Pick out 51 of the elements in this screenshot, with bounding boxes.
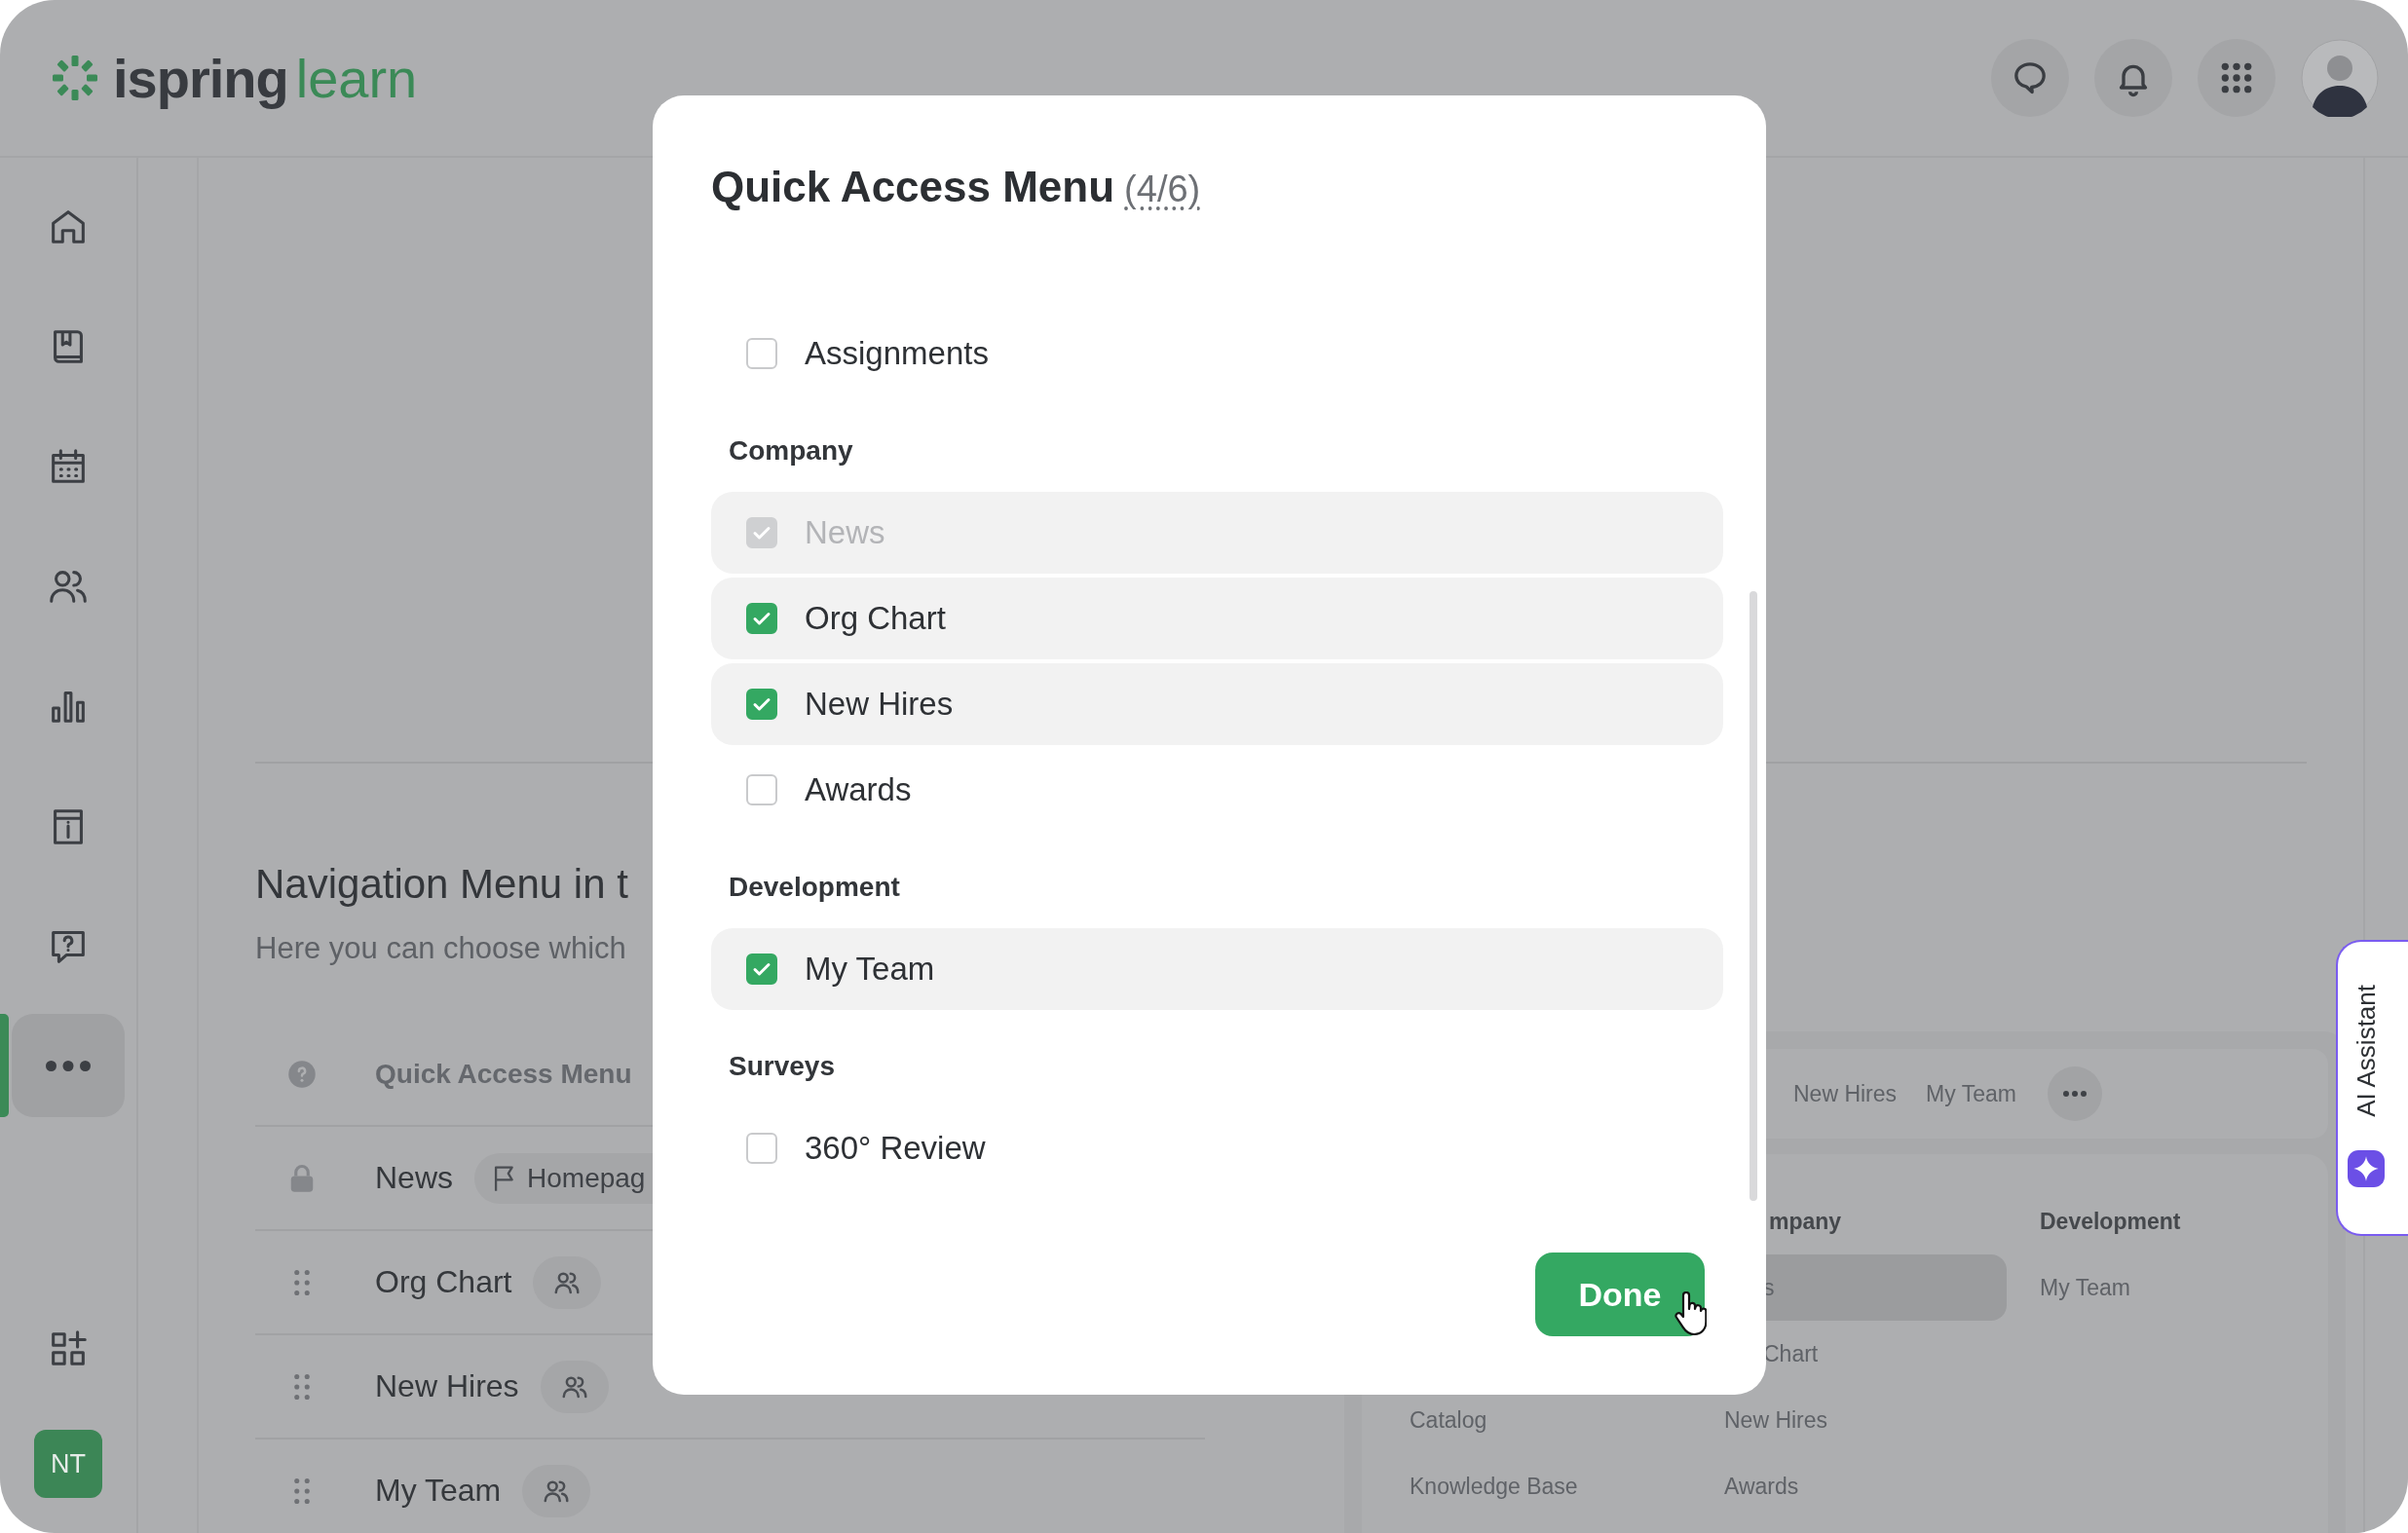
user-initials[interactable]: NT [34, 1430, 102, 1498]
tag-label: Homepag [527, 1162, 646, 1194]
logo-brand: ispring [113, 46, 288, 110]
menu-item-label: New Hires [375, 1368, 519, 1404]
more-icon [46, 1060, 91, 1071]
section-title: Navigation Menu in t [255, 861, 628, 908]
preview-menu-item[interactable]: Awards [1712, 1453, 1968, 1519]
checkbox[interactable] [746, 603, 777, 634]
more-icon[interactable] [2047, 1066, 2102, 1121]
group-heading: Development [729, 871, 901, 904]
ai-assistant-tab[interactable]: AI Assistant [2336, 940, 2408, 1236]
menu-option[interactable]: My Team [711, 928, 1723, 1010]
menu-option[interactable]: Org Chart [711, 578, 1723, 659]
drag-handle-icon[interactable] [292, 1267, 311, 1297]
checkbox[interactable] [746, 774, 777, 805]
preview-menu-item[interactable]: My Team [2040, 1254, 2283, 1321]
preview-column-heading: Development [2040, 1208, 2182, 1236]
preview-menu-item[interactable]: New Hires [1712, 1387, 1968, 1453]
sidebar-more-button[interactable] [12, 1014, 125, 1117]
user-avatar[interactable] [2301, 39, 2379, 117]
logo-icon [51, 54, 99, 102]
selection-count[interactable]: (4/6) [1124, 168, 1201, 210]
menu-item-label: News [375, 1160, 453, 1196]
lock-icon [288, 1163, 315, 1193]
menu-item-label: Quick Access Menu [375, 1058, 632, 1090]
ai-assistant-label: AI Assistant [2351, 985, 2382, 1117]
menu-option[interactable]: Awards [711, 749, 1723, 831]
menu-item-label: Org Chart [375, 1264, 512, 1300]
preview-nav-item[interactable]: My Team [1926, 1080, 2016, 1107]
checkbox[interactable] [746, 338, 777, 369]
menu-option[interactable]: New Hires [711, 663, 1723, 745]
section-description: Here you can choose which [255, 931, 626, 966]
preview-column-heading: mpany [1768, 1208, 1843, 1236]
checkbox[interactable] [746, 953, 777, 985]
scrollbar[interactable] [1750, 591, 1757, 1201]
checkbox[interactable] [746, 689, 777, 720]
sparkle-icon [2348, 1150, 2385, 1187]
drag-handle-icon[interactable] [292, 1371, 311, 1402]
dialog-title: Quick Access Menu [711, 163, 1115, 211]
hand-cursor-icon [1674, 1291, 1707, 1336]
menu-option[interactable]: 360° Review [711, 1107, 1723, 1189]
done-button[interactable]: Done [1535, 1253, 1705, 1336]
preview-nav-item[interactable]: New Hires [1793, 1080, 1898, 1107]
drag-handle-icon[interactable] [292, 1476, 311, 1506]
menu-item-label: My Team [375, 1473, 502, 1509]
menu-option[interactable]: Assignments [711, 313, 1723, 394]
preview-menu-item[interactable]: Knowledge Base [1410, 1453, 1653, 1519]
group-heading: Surveys [729, 1050, 836, 1083]
logo-product: learn [295, 46, 418, 110]
group-heading: Company [729, 434, 854, 467]
checkbox[interactable] [746, 1133, 777, 1164]
